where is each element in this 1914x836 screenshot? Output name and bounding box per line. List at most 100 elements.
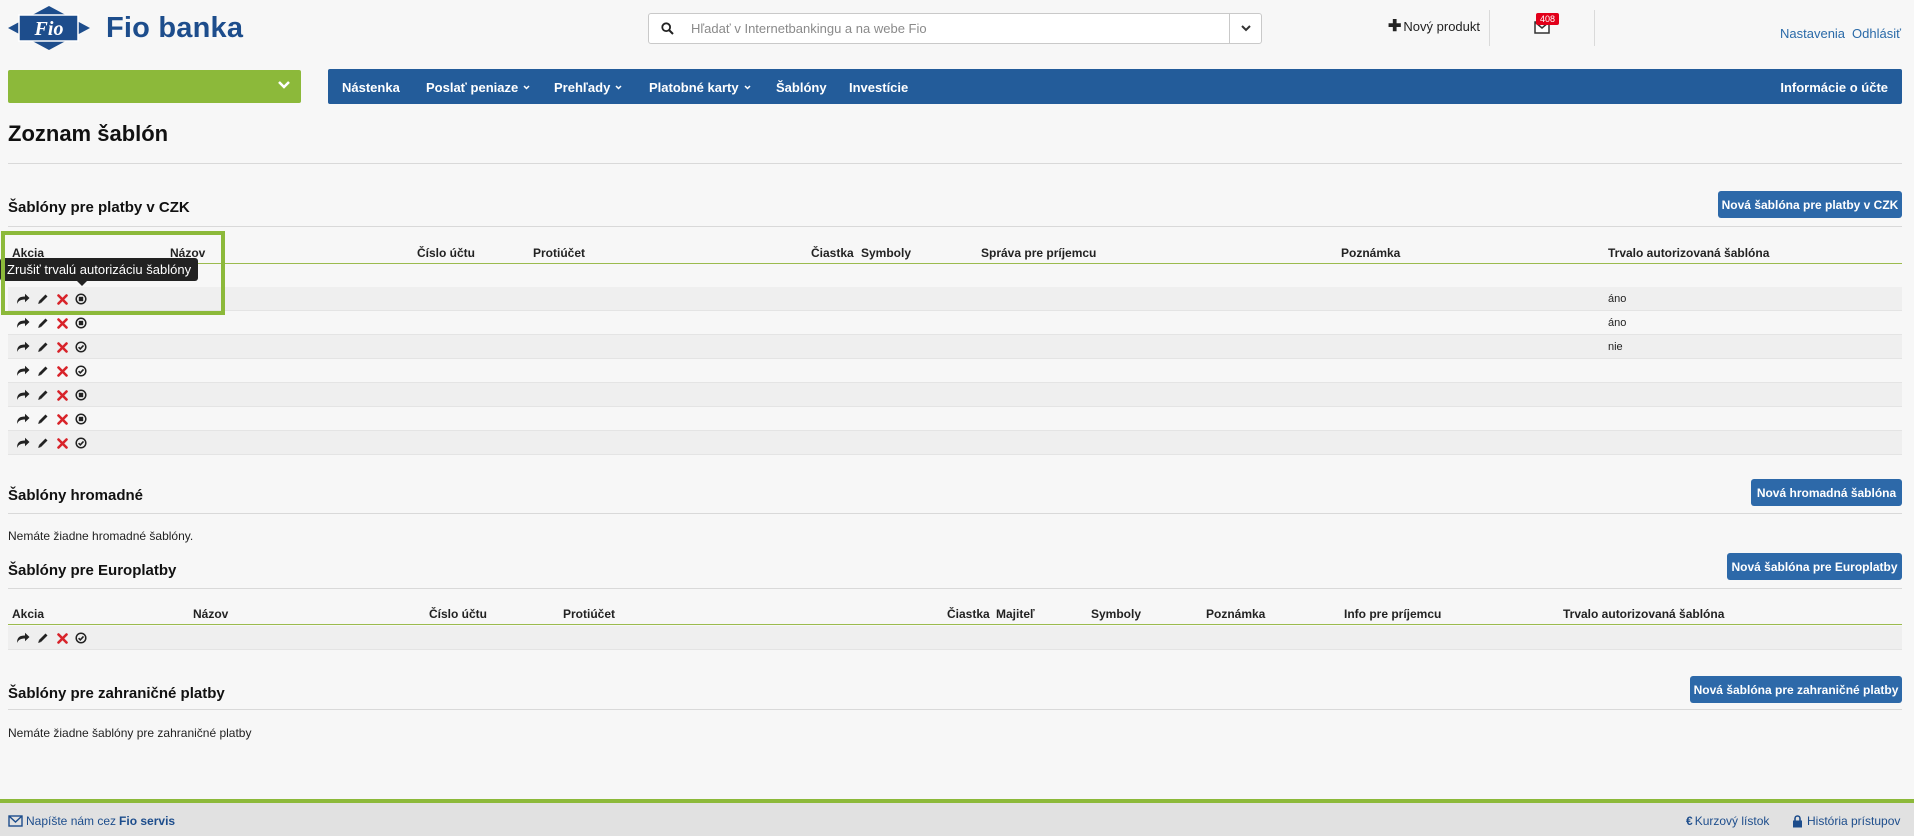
bulk-empty-message: Nemáte žiadne hromadné šablóny. <box>8 529 194 543</box>
nav-prehlady[interactable]: Prehľady <box>554 80 622 95</box>
cancel-authorization-icon[interactable] <box>74 412 88 426</box>
divider <box>8 588 1902 589</box>
authorize-icon[interactable] <box>74 436 88 450</box>
edit-icon[interactable] <box>36 292 50 306</box>
nav-nastenka[interactable]: Nástenka <box>342 80 400 95</box>
new-bulk-template-button[interactable]: Nová hromadná šablóna <box>1751 479 1902 506</box>
delete-icon[interactable] <box>55 631 69 645</box>
col-cislo-uctu: Číslo účtu <box>429 607 488 621</box>
new-product-button[interactable]: ✚ Nový produkt <box>1388 18 1480 35</box>
edit-icon[interactable] <box>36 340 50 354</box>
cancel-authorization-icon[interactable] <box>74 316 88 330</box>
delete-icon[interactable] <box>55 412 69 426</box>
plus-icon: ✚ <box>1388 18 1402 35</box>
account-selector[interactable] <box>8 70 301 103</box>
logo-mark-text: Fio <box>34 18 64 40</box>
col-nazov: Názov <box>193 607 229 621</box>
search-dropdown-button[interactable] <box>1229 14 1261 43</box>
trvalo-autorizovana-value: áno <box>1608 317 1627 329</box>
settings-link[interactable]: Nastavenia <box>1780 26 1845 41</box>
search-input[interactable] <box>685 14 1229 43</box>
edit-icon[interactable] <box>36 316 50 330</box>
nav-poslat-peniaze[interactable]: Poslať peniaze <box>426 80 530 95</box>
divider <box>1489 10 1490 46</box>
edit-icon[interactable] <box>36 412 50 426</box>
cancel-authorization-icon[interactable] <box>74 292 88 306</box>
new-euro-template-button[interactable]: Nová šablóna pre Europlatby <box>1727 553 1902 580</box>
delete-icon[interactable] <box>55 364 69 378</box>
use-template-icon[interactable] <box>16 388 30 402</box>
col-protiucet: Protiúčet <box>563 607 616 621</box>
divider <box>1594 10 1595 46</box>
exchange-rates-link[interactable]: € Kurzový lístok <box>1686 814 1769 828</box>
nav-account-info[interactable]: Informácie o účte <box>1780 80 1888 95</box>
table-row <box>8 359 1902 383</box>
delete-icon[interactable] <box>55 316 69 330</box>
table-row: áno <box>8 287 1902 311</box>
foreign-empty-message: Nemáte žiadne šablóny pre zahraničné pla… <box>8 726 252 740</box>
use-template-icon[interactable] <box>16 316 30 330</box>
nav-label: Prehľady <box>554 80 611 95</box>
table-row <box>8 431 1902 455</box>
access-history-label: História prístupov <box>1807 814 1901 828</box>
use-template-icon[interactable] <box>16 292 30 306</box>
nav-label: Nástenka <box>342 80 400 95</box>
logout-link[interactable]: Odhlásiť <box>1852 26 1901 41</box>
use-template-icon[interactable] <box>16 364 30 378</box>
authorize-icon[interactable] <box>74 364 88 378</box>
col-info-pre-prijemcu: Info pre príjemcu <box>1344 607 1442 621</box>
section-title-euro: Šablóny pre Europlatby <box>8 562 177 579</box>
table-row: nie <box>8 335 1902 359</box>
chevron-down-icon <box>744 85 751 90</box>
table-header-line <box>8 624 1902 625</box>
nav-platobne-karty[interactable]: Platobné karty <box>649 80 751 95</box>
col-poznamka: Poznámka <box>1206 607 1266 621</box>
delete-icon[interactable] <box>55 340 69 354</box>
use-template-icon[interactable] <box>16 436 30 450</box>
fio-servis-link[interactable]: Napíšte nám cez Fio servis <box>8 814 175 828</box>
chevron-down-icon <box>615 85 622 90</box>
search-box <box>648 13 1262 44</box>
use-template-icon[interactable] <box>16 631 30 645</box>
lock-icon <box>1793 814 1802 827</box>
euro-icon: € <box>1686 814 1693 828</box>
edit-icon[interactable] <box>36 388 50 402</box>
fio-servis-label: Fio servis <box>119 814 176 828</box>
table-row <box>8 407 1902 431</box>
edit-icon[interactable] <box>36 364 50 378</box>
edit-icon[interactable] <box>36 436 50 450</box>
divider <box>8 163 1902 164</box>
col-ciastka: Čiastka <box>947 607 990 621</box>
search-icon[interactable] <box>649 14 685 43</box>
fio-logo[interactable]: Fio Fio banka <box>8 4 258 52</box>
chevron-down-icon <box>278 81 290 89</box>
mail-count-badge: 408 <box>1536 13 1560 25</box>
use-template-icon[interactable] <box>16 412 30 426</box>
fio-logo-icon: Fio <box>8 6 90 50</box>
new-czk-template-button[interactable]: Nová šablóna pre platby v CZK <box>1718 191 1902 218</box>
nav-label: Poslať peniaze <box>426 80 519 95</box>
tooltip: Zrušiť trvalú autorizáciu šablóny <box>0 258 199 286</box>
col-symboly: Symboly <box>1091 607 1142 621</box>
delete-icon[interactable] <box>55 436 69 450</box>
exchange-rates-label: Kurzový lístok <box>1694 814 1770 828</box>
use-template-icon[interactable] <box>16 340 30 354</box>
edit-icon[interactable] <box>36 631 50 645</box>
col-majitel: Majiteľ <box>996 607 1035 621</box>
access-history-link[interactable]: História prístupov <box>1792 814 1900 828</box>
col-trvalo-autorizovana: Trvalo autorizovaná šablóna <box>1563 607 1725 621</box>
new-foreign-template-button[interactable]: Nová šablóna pre zahraničné platby <box>1690 676 1902 703</box>
delete-icon[interactable] <box>55 388 69 402</box>
brand-name: Fio banka <box>106 11 244 44</box>
cancel-authorization-icon[interactable] <box>74 388 88 402</box>
authorize-icon[interactable] <box>74 631 88 645</box>
footer: Napíšte nám cez Fio servis € Kurzový lís… <box>0 799 1914 836</box>
section-title-czk: Šablóny pre platby v CZK <box>8 199 190 216</box>
divider <box>8 226 1902 227</box>
nav-investicie[interactable]: Investície <box>849 80 908 95</box>
page-title: Zoznam šablón <box>8 121 169 146</box>
trvalo-autorizovana-value: áno <box>1608 293 1627 305</box>
delete-icon[interactable] <box>55 292 69 306</box>
authorize-icon[interactable] <box>74 340 88 354</box>
nav-sablony[interactable]: Šablóny <box>776 80 827 95</box>
